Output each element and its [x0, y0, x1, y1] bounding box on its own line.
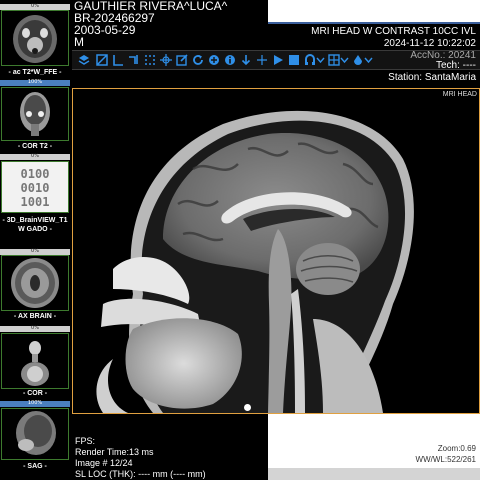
color-icon[interactable]: [352, 54, 364, 66]
series-progress-text: 0%: [31, 153, 39, 159]
dropdown-icon[interactable]: [316, 54, 325, 66]
study-info-overlay: MRI HEAD W CONTRAST 10CC IVL 2024-11-12 …: [311, 26, 476, 50]
series-progress-text: 100%: [27, 400, 43, 406]
series-progress-text: 0%: [31, 3, 39, 9]
sagittal-head-thumbnail-image: [2, 409, 68, 459]
study-info-tech: Tech: ---- Station: SantaMaria: [388, 60, 476, 84]
series-progress-text: 0%: [31, 325, 39, 331]
grid-icon[interactable]: [328, 54, 340, 66]
slice-scroll-handle[interactable]: [244, 404, 251, 411]
sagittal-mri-image: [73, 89, 479, 413]
series-progress-bar: 100%: [0, 79, 70, 86]
series-label: - COR -: [22, 390, 48, 397]
crosshair-plus-icon[interactable]: [256, 54, 268, 66]
window-level-label: WW/WL:522/261: [415, 455, 476, 464]
series-thumbnail[interactable]: [1, 87, 69, 141]
placeholder-digit-row: 0010: [20, 181, 50, 195]
layers-icon[interactable]: [78, 54, 90, 66]
series-thumbnail[interactable]: [1, 10, 69, 66]
study-description: MRI HEAD W CONTRAST 10CC IVL: [311, 26, 476, 37]
top-right-panel: [268, 0, 480, 24]
image-index-label: Image # 12/24: [75, 458, 133, 468]
series-progress-bar: 0%: [0, 325, 70, 332]
axial-brain-thumbnail-image: [2, 11, 68, 65]
series-thumbnail[interactable]: [1, 333, 69, 389]
dropdown-icon[interactable]: [340, 54, 349, 66]
series-thumbnail-placeholder[interactable]: 0100 0010 1001: [1, 161, 69, 213]
tech-label: Tech: ----: [436, 60, 476, 71]
dotted-select-icon[interactable]: [144, 54, 156, 66]
link-icon[interactable]: [304, 54, 316, 66]
measure-line-icon[interactable]: [112, 54, 124, 66]
reset-icon[interactable]: [192, 54, 204, 66]
viewport-overlay-label: MRI HEAD: [442, 91, 477, 98]
placeholder-digit-row: 1001: [20, 195, 50, 209]
slice-location-label: SL LOC (THK): ---- mm (---- mm): [75, 469, 206, 479]
series-progress-bar: 100%: [0, 400, 70, 407]
series-thumbnail[interactable]: [1, 408, 69, 460]
patient-dob: 2003-05-29: [74, 23, 136, 37]
angle-icon[interactable]: [128, 54, 140, 66]
station-label: Station: SantaMaria: [388, 72, 476, 83]
series-thumbnail[interactable]: [1, 255, 69, 311]
coronal-body-thumbnail-image: [2, 334, 68, 388]
dropdown-icon[interactable]: [364, 54, 373, 66]
study-datetime: 2024-11-12 10:22:02: [383, 38, 476, 49]
bottom-left-overlay: FPS: Render Time:13 ms Image # 12/24 SL …: [75, 436, 206, 480]
image-viewport[interactable]: MRI HEAD: [72, 88, 480, 414]
pan-icon[interactable]: [208, 54, 220, 66]
stop-icon[interactable]: [288, 54, 300, 66]
axial-brain-thumbnail-image: [2, 256, 68, 310]
series-label: - COR T2 -: [17, 143, 53, 150]
patient-sex: M: [74, 35, 84, 49]
placeholder-digit-row: 0100: [20, 167, 50, 181]
panel-edge: [268, 22, 480, 24]
coronal-head-thumbnail-image: [2, 88, 68, 140]
bottom-right-overlay: Zoom:0.69 WW/WL:522/261: [416, 443, 476, 465]
series-label: - 3D_BrainVIEW_T1 W GADO -: [2, 217, 68, 233]
series-sidebar: 0% - ac T2*W_FFE - 100% - COR T2 - 0% 01…: [0, 0, 70, 480]
fps-label: FPS:: [75, 436, 96, 446]
crosshair-icon[interactable]: [160, 54, 172, 66]
series-progress-bar: 0%: [0, 153, 70, 160]
render-time-label: Render Time:13 ms: [75, 447, 154, 457]
series-label: - SAG -: [23, 463, 47, 470]
series-progress-text: 0%: [31, 248, 39, 254]
windowing-icon[interactable]: [96, 54, 108, 66]
panel-edge: [268, 468, 480, 480]
series-label: - AX BRAIN -: [13, 313, 57, 320]
annotate-icon[interactable]: [176, 54, 188, 66]
arrow-down-icon[interactable]: [240, 54, 252, 66]
zoom-label: Zoom:0.69: [437, 444, 476, 453]
info-icon[interactable]: [224, 54, 236, 66]
series-progress-text: 100%: [27, 79, 43, 85]
binary-placeholder-icon: 0100 0010 1001: [2, 162, 68, 209]
series-label: - ac T2*W_FFE -: [8, 69, 62, 76]
patient-info-overlay: GAUTHIER RIVERA^LUCA^ BR-202466297 2003-…: [74, 0, 264, 48]
play-icon[interactable]: [272, 54, 284, 66]
